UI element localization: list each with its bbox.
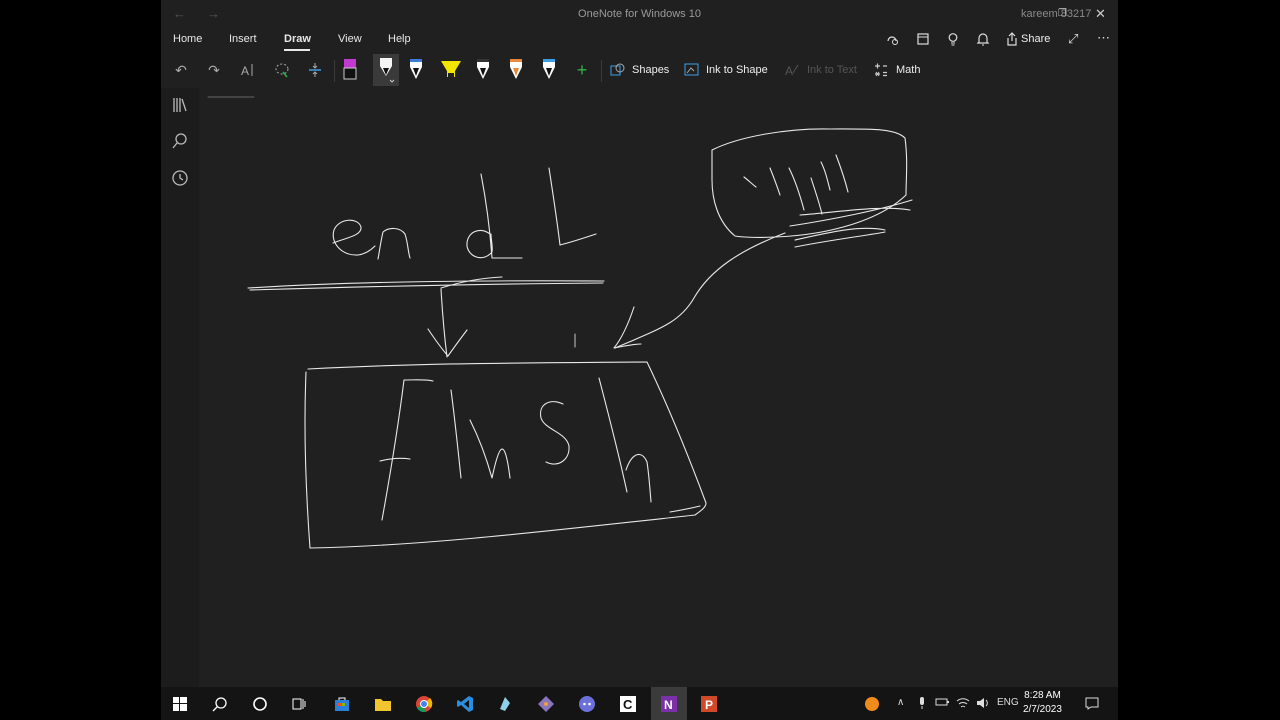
page-view-icon[interactable] <box>916 32 930 49</box>
task-view-icon[interactable] <box>288 693 310 715</box>
pen-blue-icon[interactable] <box>541 56 557 84</box>
math-button[interactable]: Math <box>896 64 920 76</box>
tab-help[interactable]: Help <box>388 33 411 45</box>
pen-white-icon[interactable] <box>408 56 424 84</box>
title-bar: ← → OneNote for Windows 10 kareem 83217 … <box>161 0 1118 28</box>
tab-insert[interactable]: Insert <box>229 33 257 45</box>
restore-icon[interactable]: ❐ <box>1058 8 1067 19</box>
start-windows-icon[interactable] <box>169 693 191 715</box>
redo-icon[interactable]: ↷ <box>203 60 225 80</box>
language-indicator[interactable]: ENG <box>997 697 1019 708</box>
svg-text:A: A <box>241 64 249 78</box>
share-button[interactable]: Share <box>1021 33 1050 45</box>
windows-taskbar: C N P ∧ ENG 8:28 AM 2/7/2023 <box>161 687 1118 720</box>
draw-toolbar: ↶ ↷ A + Shapes Ink to Shape A Ink to Tex… <box>161 54 1118 86</box>
highlighter-yellow-icon[interactable] <box>440 56 462 84</box>
wifi-icon[interactable] <box>956 697 970 712</box>
tab-home[interactable]: Home <box>173 33 202 45</box>
ink-underline-arrow <box>247 276 605 358</box>
battery-icon[interactable] <box>935 697 949 710</box>
microphone-icon[interactable] <box>917 697 927 712</box>
pencil-white-icon[interactable] <box>475 56 491 84</box>
svg-text:C: C <box>623 697 633 712</box>
codeblocks-icon[interactable]: C <box>617 693 639 715</box>
ink-to-shape-icon[interactable] <box>681 60 703 80</box>
vscode-icon[interactable] <box>454 693 476 715</box>
bell-icon[interactable] <box>976 32 990 49</box>
lasso-select-icon[interactable] <box>271 60 293 80</box>
note-canvas[interactable] <box>199 88 1118 687</box>
tab-view[interactable]: View <box>338 33 362 45</box>
system-clock[interactable]: 8:28 AM 2/7/2023 <box>1023 689 1062 717</box>
git-icon[interactable] <box>535 693 557 715</box>
eraser-icon[interactable] <box>342 56 358 84</box>
search-icon[interactable] <box>209 693 231 715</box>
chrome-icon[interactable] <box>413 693 435 715</box>
ink-newline-cloud <box>711 128 913 248</box>
sync-icon[interactable] <box>885 32 899 49</box>
pen-white-selected-icon[interactable] <box>373 54 399 86</box>
clock-time: 8:28 AM <box>1024 690 1061 701</box>
shapes-button[interactable]: Shapes <box>632 64 669 76</box>
notebooks-icon[interactable] <box>170 96 190 116</box>
type-select-icon[interactable]: A <box>237 60 259 80</box>
orange-tray-icon[interactable] <box>861 693 883 715</box>
app-icon[interactable] <box>494 693 516 715</box>
svg-text:P: P <box>705 698 713 712</box>
search-icon[interactable] <box>170 132 190 152</box>
ink-flush-box <box>304 361 707 549</box>
ink-to-shape-button[interactable]: Ink to Shape <box>706 64 768 76</box>
window-title: OneNote for Windows 10 <box>578 8 701 20</box>
svg-text:A: A <box>785 64 793 78</box>
more-options-icon[interactable]: ⋯ <box>1097 30 1110 46</box>
add-pen-icon[interactable]: + <box>571 60 593 80</box>
fullscreen-icon[interactable]: ⤢ <box>1068 31 1078 47</box>
ink-curved-arrow <box>613 232 786 349</box>
ink-endL <box>332 167 597 260</box>
action-center-notification-icon[interactable] <box>1085 697 1099 713</box>
undo-icon[interactable]: ↶ <box>170 60 192 80</box>
toolbar-separator <box>601 60 602 82</box>
tab-draw[interactable]: Draw <box>284 33 311 45</box>
discord-icon[interactable] <box>576 693 598 715</box>
pen-orange-icon[interactable] <box>508 56 524 84</box>
volume-icon[interactable] <box>976 697 990 712</box>
ink-to-text-icon[interactable]: A <box>781 60 803 80</box>
powerpoint-icon[interactable]: P <box>698 693 720 715</box>
recent-notes-clock-icon[interactable] <box>170 169 190 189</box>
file-explorer-icon[interactable] <box>372 693 394 715</box>
close-icon[interactable]: ✕ <box>1095 6 1106 22</box>
math-icon[interactable] <box>870 60 892 80</box>
active-tab-indicator <box>284 49 310 51</box>
left-nav-sidebar <box>161 88 199 687</box>
clock-date: 2/7/2023 <box>1023 704 1062 715</box>
shapes-icon[interactable] <box>607 60 629 80</box>
toolbar-separator <box>334 60 335 82</box>
share-icon[interactable] <box>1006 32 1018 49</box>
add-space-icon[interactable] <box>304 60 326 80</box>
show-hidden-icons-chevron-icon[interactable]: ∧ <box>897 697 904 708</box>
ink-to-text-button[interactable]: Ink to Text <box>807 64 857 76</box>
onenote-icon[interactable]: N <box>658 693 680 715</box>
lightbulb-icon[interactable] <box>946 32 960 49</box>
user-name[interactable]: kareem 83217 <box>1021 8 1091 20</box>
cortana-icon[interactable] <box>249 693 271 715</box>
store-icon[interactable] <box>331 693 353 715</box>
onenote-window: ← → OneNote for Windows 10 kareem 83217 … <box>161 0 1118 687</box>
svg-text:N: N <box>664 698 673 712</box>
